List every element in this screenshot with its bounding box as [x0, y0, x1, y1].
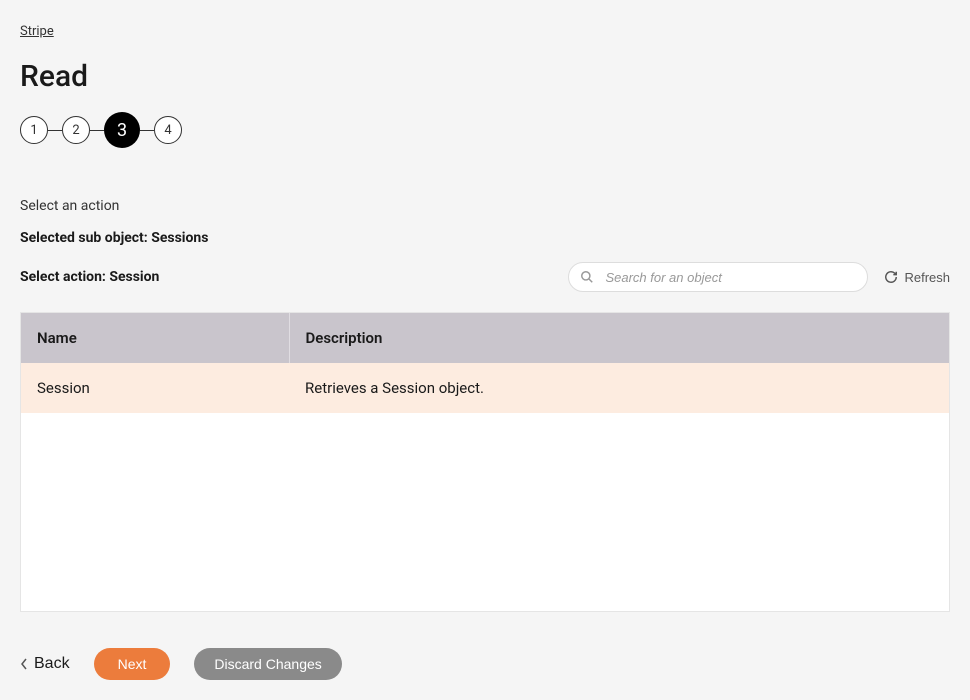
search-input[interactable] — [568, 262, 868, 292]
table-row[interactable]: Session Retrieves a Session object. — [21, 363, 949, 413]
select-action-label: Select action: Session — [20, 269, 159, 285]
step-2[interactable]: 2 — [62, 116, 90, 144]
back-button[interactable]: Back — [20, 655, 70, 673]
back-label: Back — [34, 655, 70, 673]
table-container: Name Description Session Retrieves a Ses… — [20, 312, 950, 612]
discard-button[interactable]: Discard Changes — [194, 648, 341, 680]
table-header-name[interactable]: Name — [21, 313, 289, 363]
table-cell-description: Retrieves a Session object. — [289, 363, 949, 413]
step-4[interactable]: 4 — [154, 116, 182, 144]
next-button[interactable]: Next — [94, 648, 171, 680]
instruction-text: Select an action — [20, 198, 950, 214]
breadcrumb[interactable]: Stripe — [20, 24, 54, 39]
search-wrapper — [568, 262, 868, 292]
step-connector — [48, 130, 62, 131]
search-icon — [580, 270, 594, 284]
stepper: 1 2 3 4 — [20, 112, 950, 148]
footer-buttons: Back Next Discard Changes — [20, 648, 950, 680]
step-1[interactable]: 1 — [20, 116, 48, 144]
chevron-left-icon — [20, 658, 28, 670]
table-cell-name: Session — [21, 363, 289, 413]
refresh-label: Refresh — [904, 270, 950, 285]
page-title: Read — [20, 59, 950, 94]
action-table: Name Description Session Retrieves a Ses… — [21, 313, 949, 413]
refresh-button[interactable]: Refresh — [884, 270, 950, 285]
selected-sub-object-label: Selected sub object: Sessions — [20, 230, 950, 246]
refresh-icon — [884, 270, 898, 284]
table-header-description[interactable]: Description — [289, 313, 949, 363]
step-connector — [140, 130, 154, 131]
step-3[interactable]: 3 — [104, 112, 140, 148]
step-connector — [90, 130, 104, 131]
